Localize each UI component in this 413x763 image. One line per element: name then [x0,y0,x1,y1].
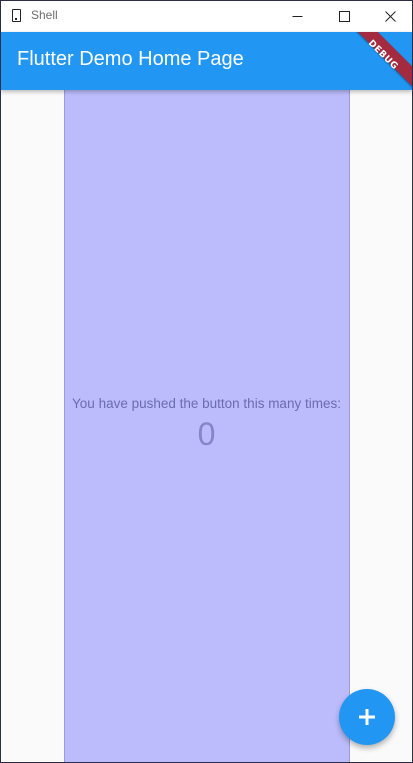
body-content: You have pushed the button this many tim… [1,90,412,762]
maximize-icon [338,10,350,22]
close-icon [384,10,396,22]
debug-banner-label: DEBUG [365,38,400,73]
minimize-button[interactable] [274,1,320,31]
window-titlebar[interactable]: Shell [1,1,412,31]
add-icon [359,709,375,725]
debug-banner: DEBUG [343,32,412,90]
page-title: Flutter Demo Home Page [17,48,244,70]
minimize-icon [292,15,302,17]
app-bar: Flutter Demo Home Page DEBUG [1,32,412,90]
counter-value: 0 [197,416,216,452]
window-title: Shell [31,8,58,22]
increment-button[interactable] [339,689,395,745]
counter-label: You have pushed the button this many tim… [72,396,341,411]
maximize-button[interactable] [321,1,367,31]
phone-icon [12,9,21,22]
close-button[interactable] [367,1,412,31]
app-window: Shell Flutter Demo Home Page DEBUG You h… [0,0,413,763]
